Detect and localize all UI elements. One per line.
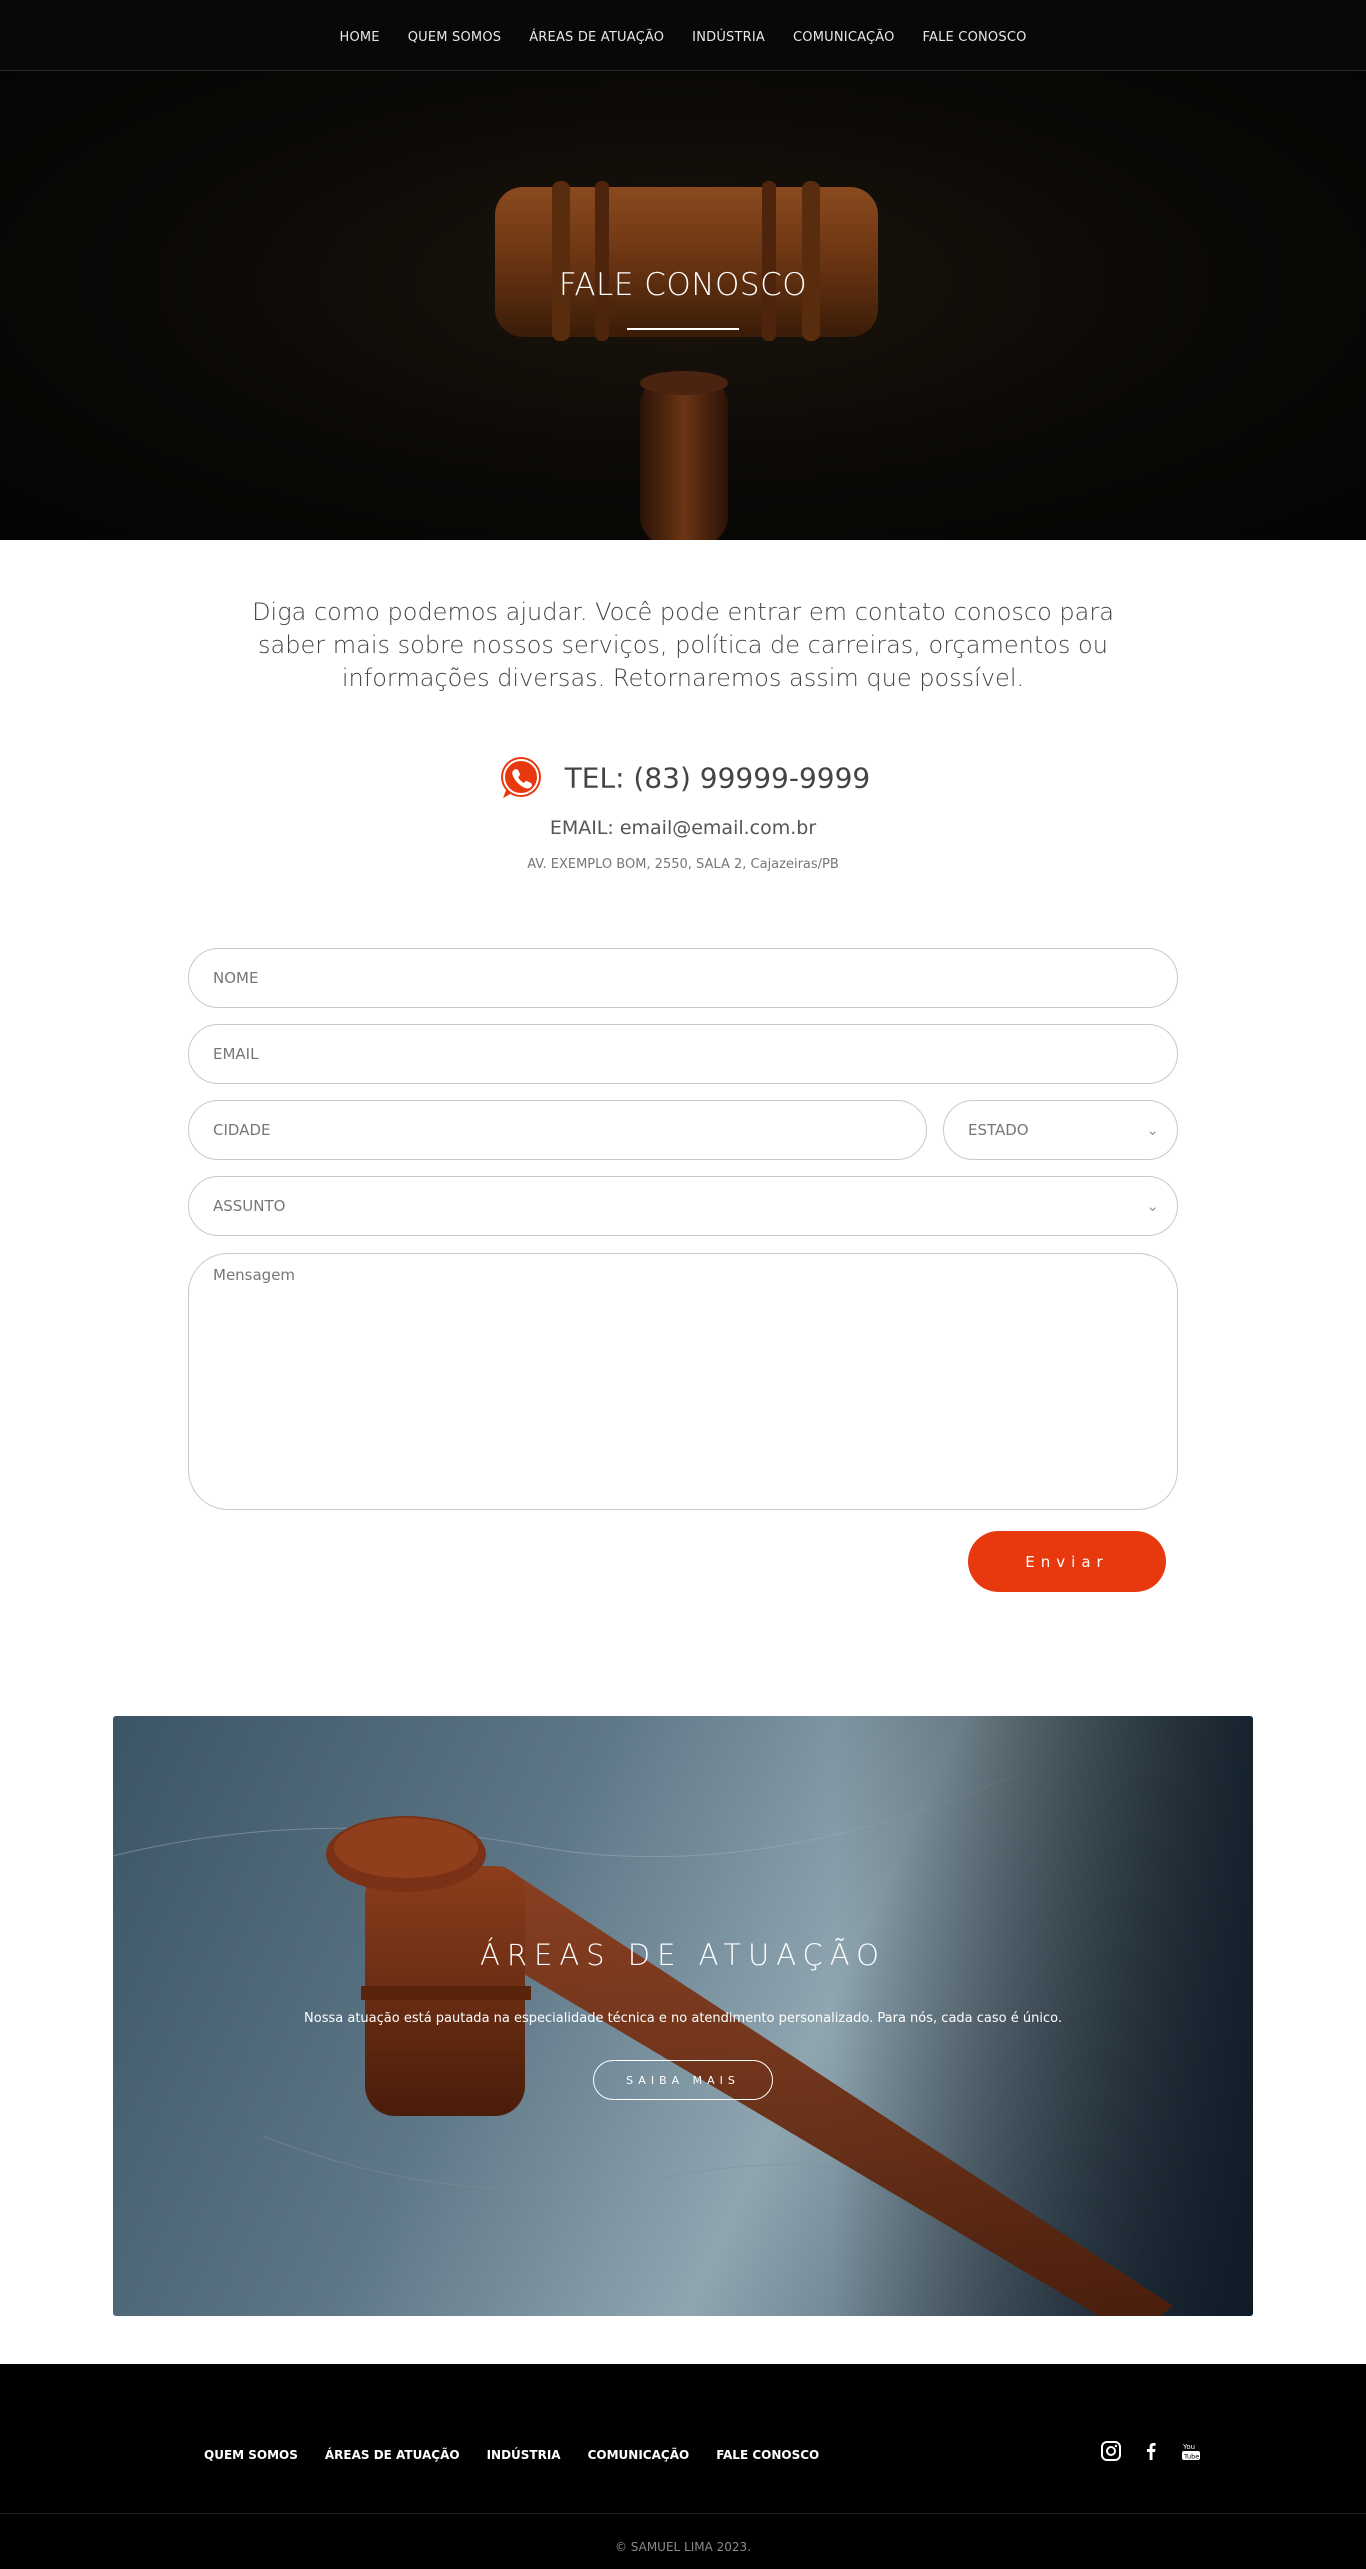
svg-text:You: You bbox=[1182, 2443, 1195, 2451]
estado-select[interactable]: ESTADO ⌄ bbox=[943, 1100, 1178, 1160]
email-input[interactable] bbox=[188, 1024, 1178, 1084]
footer-item-industria[interactable]: INDÚSTRIA bbox=[487, 2448, 561, 2462]
assunto-select-value: ASSUNTO bbox=[213, 1197, 286, 1215]
enviar-button[interactable]: Enviar bbox=[968, 1531, 1166, 1592]
nav-item-areas-de-atuacao[interactable]: ÁREAS DE ATUAÇÃO bbox=[529, 30, 664, 45]
footer-item-quem-somos[interactable]: QUEM SOMOS bbox=[204, 2448, 298, 2462]
hero-banner: FALE CONOSCO bbox=[0, 71, 1366, 540]
footer-nav: QUEM SOMOS ÁREAS DE ATUAÇÃO INDÚSTRIA CO… bbox=[204, 2444, 819, 2463]
mensagem-textarea[interactable] bbox=[188, 1253, 1178, 1510]
nome-input[interactable] bbox=[188, 948, 1178, 1008]
svg-text:Tube: Tube bbox=[1183, 2453, 1199, 2461]
nav-item-comunicacao[interactable]: COMUNICAÇÃO bbox=[793, 30, 895, 45]
nav-item-fale-conosco[interactable]: FALE CONOSCO bbox=[923, 30, 1027, 45]
social-links: You Tube bbox=[1100, 2440, 1204, 2464]
areas-banner: ÁREAS DE ATUAÇÃO Nossa atuação está paut… bbox=[113, 1716, 1253, 2316]
footer-item-areas-de-atuacao[interactable]: ÁREAS DE ATUAÇÃO bbox=[325, 2448, 460, 2462]
nav-item-quem-somos[interactable]: QUEM SOMOS bbox=[408, 30, 502, 45]
chevron-down-icon: ⌄ bbox=[1146, 1121, 1159, 1139]
page-title: FALE CONOSCO bbox=[558, 267, 808, 303]
youtube-icon[interactable]: You Tube bbox=[1180, 2440, 1204, 2464]
saiba-mais-button[interactable]: SAIBA MAIS bbox=[593, 2060, 773, 2100]
footer-item-comunicacao[interactable]: COMUNICAÇÃO bbox=[588, 2448, 690, 2462]
cidade-input[interactable] bbox=[188, 1100, 927, 1160]
contact-phone: TEL: (83) 99999-9999 bbox=[564, 761, 871, 795]
contact-phone-row: TEL: (83) 99999-9999 bbox=[0, 754, 1366, 802]
areas-description: Nossa atuação está pautada na especialid… bbox=[304, 2011, 1062, 2026]
footer-item-fale-conosco[interactable]: FALE CONOSCO bbox=[716, 2448, 819, 2462]
contact-address: AV. EXEMPLO BOM, 2550, SALA 2, Cajazeira… bbox=[527, 857, 839, 872]
areas-title: ÁREAS DE ATUAÇÃO bbox=[480, 1938, 886, 1972]
estado-select-value: ESTADO bbox=[968, 1121, 1029, 1139]
nav-item-home[interactable]: HOME bbox=[339, 30, 379, 45]
footer-divider bbox=[0, 2513, 1366, 2514]
nav-list: HOME QUEM SOMOS ÁREAS DE ATUAÇÃO INDÚSTR… bbox=[0, 0, 1366, 45]
gavel-hero-image bbox=[495, 181, 878, 540]
contact-email: EMAIL: email@email.com.br bbox=[549, 817, 817, 839]
chevron-down-icon: ⌄ bbox=[1146, 1197, 1159, 1215]
facebook-icon[interactable] bbox=[1140, 2440, 1164, 2464]
whatsapp-icon[interactable] bbox=[496, 754, 544, 802]
intro-text: Diga como podemos ajudar. Você pode entr… bbox=[252, 598, 1114, 692]
footer: QUEM SOMOS ÁREAS DE ATUAÇÃO INDÚSTRIA CO… bbox=[0, 2364, 1366, 2569]
top-navigation: HOME QUEM SOMOS ÁREAS DE ATUAÇÃO INDÚSTR… bbox=[0, 0, 1366, 71]
nav-item-industria[interactable]: INDÚSTRIA bbox=[692, 30, 765, 45]
assunto-select[interactable]: ASSUNTO ⌄ bbox=[188, 1176, 1178, 1236]
title-underline bbox=[627, 328, 739, 330]
copyright: © SAMUEL LIMA 2023. bbox=[614, 2540, 752, 2554]
instagram-icon[interactable] bbox=[1100, 2440, 1124, 2464]
